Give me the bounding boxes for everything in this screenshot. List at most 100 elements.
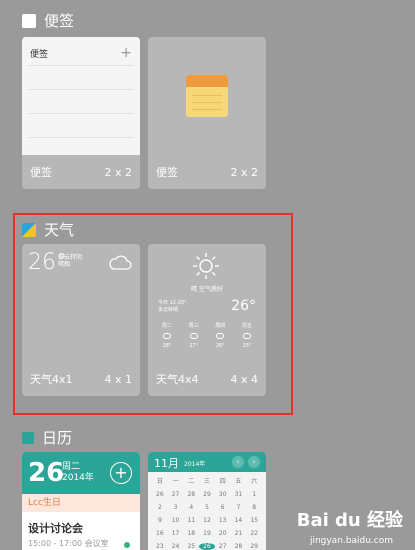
calendar-day-cell[interactable]: 12 bbox=[199, 517, 215, 524]
calendar-day-cell[interactable]: 13 bbox=[215, 517, 231, 524]
event-status-dot bbox=[124, 542, 130, 548]
calendar-day-cell[interactable]: 26 bbox=[199, 543, 215, 550]
calendar-day-cell[interactable]: 27 bbox=[168, 491, 184, 498]
calendar-day-cell[interactable]: 24 bbox=[168, 543, 184, 550]
forecast-row: 周二 28° 周三 27° 周四 26° 周五 25° bbox=[156, 322, 258, 349]
memo-preview-title: 便签 bbox=[30, 49, 49, 60]
calendar-day-cell[interactable]: 29 bbox=[199, 491, 215, 498]
calendar-day-cell[interactable]: 6 bbox=[215, 504, 231, 511]
calendar-date-band: 26 周二 2014年 + bbox=[22, 452, 140, 494]
event-title: 设计讨论会 bbox=[28, 522, 83, 535]
baidu-watermark-logo: Bai du 经验 bbox=[297, 506, 403, 532]
calendar-weekday-header: 二 bbox=[188, 478, 195, 485]
weather-description: 晴 空气质好 bbox=[191, 286, 223, 293]
calendar-weekday-header: 日 bbox=[156, 478, 163, 485]
calendar-year: 2014年 bbox=[62, 473, 94, 483]
weather-subtext-line: 多云转阴 bbox=[58, 254, 83, 261]
calendar-day-cell[interactable]: 17 bbox=[168, 530, 184, 537]
calendar-day-cell[interactable]: 3 bbox=[168, 504, 184, 511]
section-title: 天气 bbox=[44, 221, 75, 239]
calendar-day-info: 周二 2014年 bbox=[62, 462, 94, 484]
calendar-day-cell[interactable]: 29 bbox=[246, 543, 262, 550]
calendar-day-cell[interactable]: 19 bbox=[199, 530, 215, 537]
calendar-month-widget-card[interactable]: 11月 2014年 ‹ › 日一二三四五六 26 27 28 29 30 31 1 2 3 4 5 6 7… bbox=[148, 452, 266, 550]
calendar-day-cell[interactable]: 30 bbox=[215, 491, 231, 498]
widget-label: 便签 bbox=[156, 166, 178, 179]
card-footer: 天气4x4 4 x 4 bbox=[148, 362, 266, 396]
calendar-weekday-header: 四 bbox=[219, 478, 226, 485]
weather-mini-icon bbox=[242, 333, 251, 339]
calendar-day-cell[interactable]: 1 bbox=[246, 491, 262, 498]
weather-mini-icon bbox=[163, 333, 171, 339]
calendar-day-cell[interactable]: 18 bbox=[183, 530, 199, 537]
weather-4x4-widget-card[interactable]: 晴 空气质好 今日 12-28° 多云转晴 26° 周二 28° 周三 27° … bbox=[148, 244, 266, 396]
watermark-brand: Bai du 经验 bbox=[296, 510, 403, 531]
calendar-day-cell[interactable]: 9 bbox=[152, 517, 168, 524]
calendar-weekday-header: 一 bbox=[172, 478, 179, 485]
calendar-day-cell[interactable]: 27 bbox=[215, 543, 231, 550]
calendar-day-cell[interactable]: 8 bbox=[246, 504, 262, 511]
calendar-year-mini: 2014年 bbox=[184, 461, 206, 468]
calendar-weekday-header: 五 bbox=[235, 478, 242, 485]
memo-widget-card-preview[interactable]: 便签 + 便签 2 x 2 bbox=[22, 37, 140, 189]
widget-size: 4 x 4 bbox=[230, 372, 259, 386]
weather-4x1-widget-card[interactable]: 26° 多云转阴 晴朗 天气4x1 4 x 1 bbox=[22, 244, 140, 396]
calendar-day-cell[interactable]: 28 bbox=[231, 543, 247, 550]
sun-icon bbox=[193, 253, 219, 279]
calendar-day-cell[interactable]: 28 bbox=[183, 491, 199, 498]
calendar-day-cell[interactable]: 22 bbox=[246, 530, 262, 537]
prev-month-icon[interactable]: ‹ bbox=[232, 456, 244, 468]
widget-label: 天气4x4 bbox=[156, 373, 199, 386]
calendar-month: 11月 bbox=[154, 457, 179, 470]
calendar-day-cell[interactable]: 16 bbox=[152, 530, 168, 537]
weather-detail-line: 今日 12-28° bbox=[158, 300, 187, 306]
calendar-day-cell[interactable]: 26 bbox=[152, 491, 168, 498]
forecast-day-label: 周四 bbox=[215, 323, 226, 329]
calendar-day-cell[interactable]: 20 bbox=[215, 530, 231, 537]
next-month-icon[interactable]: › bbox=[248, 456, 260, 468]
watermark-url: jingyan.baidu.com bbox=[309, 536, 393, 546]
calendar-date: 26 bbox=[28, 458, 65, 488]
calendar-day-cell[interactable]: 10 bbox=[168, 517, 184, 524]
forecast-temp: 25° bbox=[242, 343, 252, 349]
forecast-day-label: 周三 bbox=[188, 323, 199, 329]
weather-details: 今日 12-28° 多云转晴 bbox=[158, 300, 187, 314]
calendar-day-widget-card[interactable]: 26 周二 2014年 + Lcc生日 设计讨论会 15:00 - 17:00 … bbox=[22, 452, 140, 550]
weather-subtext-line: 晴朗 bbox=[58, 261, 71, 268]
calendar-day-cell[interactable]: 23 bbox=[152, 543, 168, 550]
forecast-day: 周二 28° bbox=[156, 322, 178, 349]
calendar-weekday: 周二 bbox=[62, 462, 81, 472]
plus-icon: + bbox=[120, 45, 132, 61]
calendar-day-cell[interactable]: 31 bbox=[231, 491, 247, 498]
calendar-day-cell[interactable]: 25 bbox=[183, 543, 199, 550]
add-event-button[interactable]: + bbox=[110, 462, 132, 484]
calendar-day-cell[interactable]: 14 bbox=[231, 517, 247, 524]
calendar-grid: 日一二三四五六 26 27 28 29 30 31 1 2 3 4 5 6 7 8 9 10 11 12 13 14 15… bbox=[152, 476, 262, 550]
widget-size: 2 x 2 bbox=[104, 165, 133, 179]
card-footer: 天气4x1 4 x 1 bbox=[22, 362, 140, 396]
calendar-day-cell[interactable]: 11 bbox=[183, 517, 199, 524]
memo-widget-card-icon[interactable]: 便签 2 x 2 bbox=[148, 37, 266, 189]
forecast-day: 周五 25° bbox=[236, 322, 258, 349]
temperature: 26° bbox=[231, 298, 256, 314]
calendar-day-cell[interactable]: 2 bbox=[152, 504, 168, 511]
calendar-day-cell[interactable]: 21 bbox=[231, 530, 247, 537]
calendar-weekday-header: 三 bbox=[203, 478, 210, 485]
widget-size: 2 x 2 bbox=[230, 165, 259, 179]
section-header-weather: 天气 bbox=[22, 219, 74, 240]
card-footer: 便签 2 x 2 bbox=[148, 155, 266, 189]
calendar-day-cell[interactable]: 7 bbox=[231, 504, 247, 511]
section-header-calendar: 日历 bbox=[22, 427, 72, 448]
weather-app-icon bbox=[22, 222, 36, 237]
calendar-app-icon bbox=[22, 431, 34, 444]
card-footer: 便签 2 x 2 bbox=[22, 155, 140, 189]
calendar-day-cell[interactable]: 4 bbox=[183, 504, 199, 511]
section-header-memo: 便签 bbox=[22, 10, 74, 31]
weather-mini-icon bbox=[216, 333, 225, 339]
calendar-day-cell[interactable]: 15 bbox=[246, 517, 262, 524]
cloud-icon bbox=[109, 255, 132, 270]
event-time: 15:00 - 17:00 会议室 bbox=[28, 539, 109, 548]
calendar-day-cell[interactable]: 5 bbox=[199, 504, 215, 511]
weather-subtext: 多云转阴 晴朗 bbox=[58, 254, 82, 268]
widget-size: 4 x 1 bbox=[104, 372, 133, 386]
